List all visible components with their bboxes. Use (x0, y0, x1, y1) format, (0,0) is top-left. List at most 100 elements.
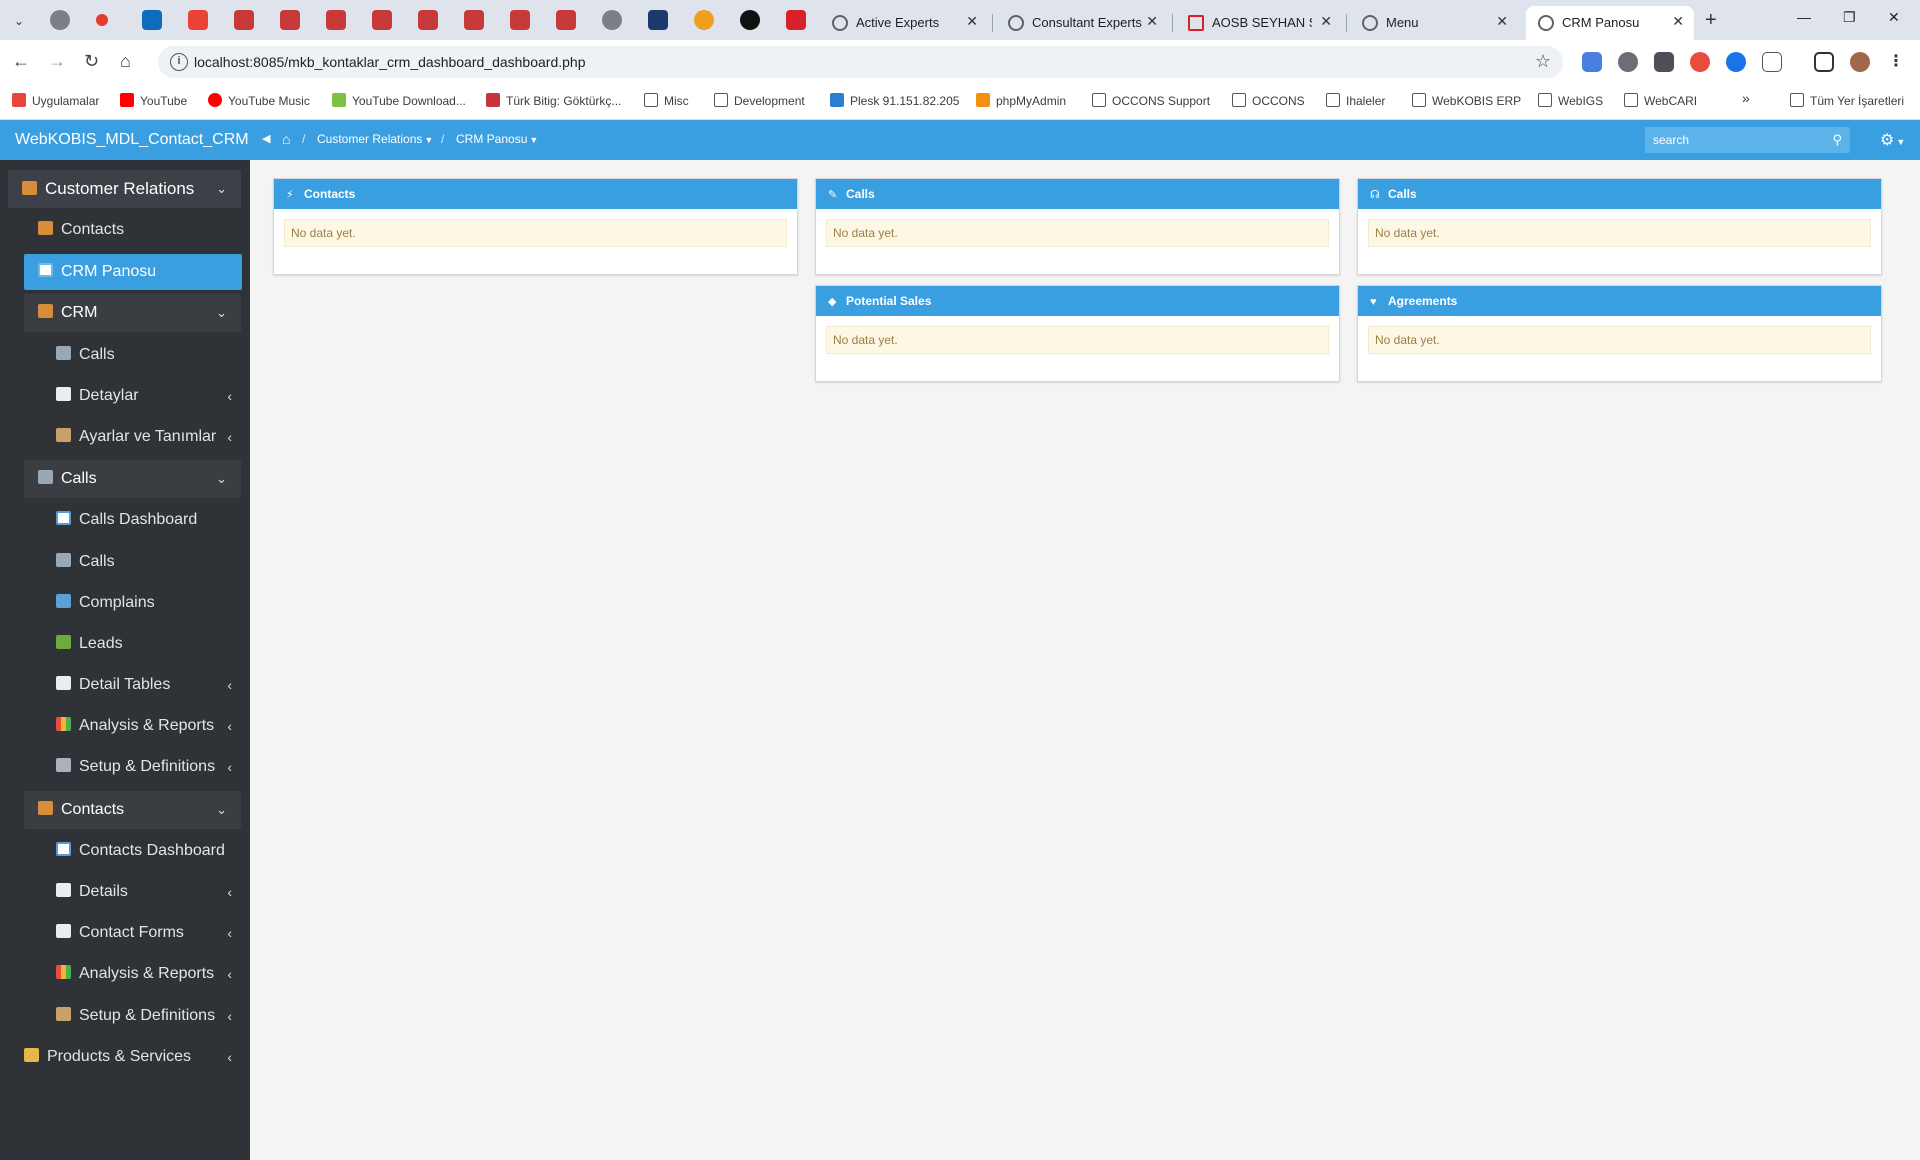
tab-crm-panosu[interactable]: CRM Panosu ✕ (1526, 6, 1694, 40)
settings-gear-icon[interactable]: ⚙ ▼ (1880, 130, 1905, 150)
tab-consultant-experts[interactable]: Consultant Experts ✕ (996, 6, 1168, 40)
pinned-tab-record-icon[interactable] (96, 14, 108, 26)
sidebar-item-contacts-setup[interactable]: Setup & Definitions ‹ (40, 998, 242, 1034)
bookmark-all[interactable]: Tüm Yer İşaretleri (1790, 93, 1904, 108)
sidebar-item-complains[interactable]: Complains (40, 585, 242, 621)
bookmark-ihaleler[interactable]: Ihaleler (1326, 93, 1385, 108)
bookmark-misc[interactable]: Misc (644, 93, 689, 108)
side-panel-icon[interactable] (1814, 52, 1834, 72)
forward-arrow-icon[interactable]: → (48, 51, 66, 72)
bookmark-webcari[interactable]: WebCARI (1624, 93, 1697, 108)
sidebar-group-crm[interactable]: CRM ⌄ (24, 294, 241, 332)
sidebar-item-calls-analysis[interactable]: Analysis & Reports ‹ (40, 708, 242, 744)
breadcrumb-customer-relations[interactable]: Customer Relations ▼ (317, 132, 433, 146)
bookmark-webkobis-erp[interactable]: WebKOBIS ERP (1412, 93, 1521, 108)
bookmark-phpmyadmin[interactable]: phpMyAdmin (976, 93, 1066, 108)
bookmark-occons-support[interactable]: OCCONS Support (1092, 93, 1210, 108)
extension-icon[interactable] (1618, 52, 1638, 72)
sidebar-item-calls-dashboard[interactable]: Calls Dashboard (40, 502, 242, 538)
sidebar-item-details[interactable]: Details ‹ (40, 874, 242, 910)
bookmark-occons[interactable]: OCCONS (1232, 93, 1305, 108)
window-close-icon[interactable]: ✕ (1888, 9, 1900, 26)
pinned-tab-app-icon[interactable] (556, 10, 576, 30)
pinned-tab-gmail-icon[interactable] (188, 10, 208, 30)
plesk-icon (830, 93, 844, 107)
restore-icon[interactable]: ❐ (1843, 9, 1856, 26)
site-info-icon[interactable]: i (170, 53, 188, 71)
collapse-sidebar-icon[interactable]: ◀ (262, 132, 270, 145)
sidebar-item-detail-tables[interactable]: Detail Tables ‹ (40, 667, 242, 703)
search-input[interactable] (1653, 132, 1818, 148)
close-icon[interactable]: ✕ (1496, 13, 1508, 30)
folder-icon (714, 93, 728, 107)
reload-icon[interactable]: ↻ (84, 51, 99, 72)
pinned-tab-globe-icon[interactable] (602, 10, 622, 30)
bookmark-youtube-download[interactable]: YouTube Download... (332, 93, 466, 108)
pinned-tab-outlook-icon[interactable] (142, 10, 162, 30)
pinned-tab-app-icon[interactable] (234, 10, 254, 30)
menu-kebab-icon[interactable]: ⋮ (1886, 52, 1906, 72)
sidebar-item-contacts-dashboard[interactable]: Contacts Dashboard (40, 833, 242, 869)
pinned-tab-app-icon[interactable] (510, 10, 530, 30)
extensions-puzzle-icon[interactable] (1762, 52, 1782, 72)
profile-avatar[interactable] (1850, 52, 1870, 72)
new-tab-plus-icon[interactable]: + (1705, 9, 1717, 32)
sidebar-item-crm-calls[interactable]: Calls (40, 337, 242, 373)
sidebar-item-crm-panosu[interactable]: CRM Panosu (24, 254, 242, 290)
close-icon[interactable]: ✕ (1320, 13, 1332, 30)
sidebar-item-calls-calls[interactable]: Calls (40, 544, 242, 580)
bookmark-webigs[interactable]: WebIGS (1538, 93, 1603, 108)
extension-icon[interactable] (1690, 52, 1710, 72)
tab-aosb-seyhan[interactable]: AOSB SEYHAN SAL ✕ (1176, 6, 1342, 40)
bookmark-youtube-music[interactable]: YouTube Music (208, 93, 310, 108)
tab-active-experts[interactable]: Active Experts ✕ (820, 6, 988, 40)
tab-title: Consultant Experts (1032, 15, 1142, 30)
pinned-tab-app-icon[interactable] (740, 10, 760, 30)
sidebar-item-leads[interactable]: Leads (40, 626, 242, 662)
home-icon[interactable]: ⌂ (282, 131, 290, 147)
bookmark-apps[interactable]: Uygulamalar (12, 93, 99, 108)
home-icon[interactable]: ⌂ (120, 51, 131, 72)
search-icon[interactable]: ⚲ (1832, 132, 1842, 148)
sidebar-item-contacts-analysis[interactable]: Analysis & Reports ‹ (40, 956, 242, 992)
back-arrow-icon[interactable]: ← (12, 51, 30, 72)
pinned-tab-app-icon[interactable] (694, 10, 714, 30)
extension-icon[interactable] (1654, 52, 1674, 72)
bookmark-development[interactable]: Development (714, 93, 805, 108)
more-bookmarks-icon[interactable]: » (1742, 90, 1750, 106)
bookmark-youtube[interactable]: YouTube (120, 93, 187, 108)
translate-extension-icon[interactable] (1582, 52, 1602, 72)
minimize-icon[interactable]: — (1797, 9, 1811, 25)
pinned-tab-app-icon[interactable] (280, 10, 300, 30)
brand-title[interactable]: WebKOBIS_MDL_Contact_CRM (0, 120, 250, 160)
tab-search-chevron-icon[interactable]: ⌄ (8, 10, 30, 32)
tab-menu[interactable]: Menu ✕ (1350, 6, 1518, 40)
sidebar-group-customer-relations[interactable]: Customer Relations ⌄ (8, 170, 241, 208)
bookmark-turk-bitig[interactable]: Türk Bitig: Göktürkç... (486, 93, 621, 108)
close-icon[interactable]: ✕ (966, 13, 978, 30)
pinned-tab-app-icon[interactable] (464, 10, 484, 30)
sidebar-group-calls[interactable]: Calls ⌄ (24, 460, 241, 498)
pinned-tab-app-icon[interactable] (418, 10, 438, 30)
pinned-tab-app-icon[interactable] (326, 10, 346, 30)
sidebar-item-calls-setup[interactable]: Setup & Definitions ‹ (40, 749, 242, 785)
close-icon[interactable]: ✕ (1672, 13, 1684, 30)
sidebar-item-ayarlar[interactable]: Ayarlar ve Tanımlar ‹ (40, 419, 242, 455)
pinned-tab-app-icon[interactable] (372, 10, 392, 30)
sidebar-item-contacts[interactable]: Contacts (24, 212, 242, 248)
pinned-tab-app-icon[interactable] (648, 10, 668, 30)
sidebar-group-contacts[interactable]: Contacts ⌄ (24, 791, 241, 829)
pinned-tab-globe-icon[interactable] (50, 10, 70, 30)
close-icon[interactable]: ✕ (1146, 13, 1158, 30)
extension-icon[interactable] (1726, 52, 1746, 72)
pinned-tab-app-icon[interactable] (786, 10, 806, 30)
bookmark-plesk[interactable]: Plesk 91.151.82.205 (830, 93, 959, 108)
sidebar-item-contact-forms[interactable]: Contact Forms ‹ (40, 915, 242, 951)
dashboard-icon (38, 263, 53, 277)
address-bar[interactable]: i localhost:8085/mkb_kontaklar_crm_dashb… (158, 46, 1563, 78)
sidebar-item-products-services[interactable]: Products & Services ‹ (10, 1039, 242, 1075)
people-icon (38, 221, 53, 235)
sidebar-item-detaylar[interactable]: Detaylar ‹ (40, 378, 242, 414)
breadcrumb-crm-panosu[interactable]: CRM Panosu ▼ (456, 132, 538, 146)
bookmark-star-icon[interactable]: ☆ (1535, 51, 1551, 72)
